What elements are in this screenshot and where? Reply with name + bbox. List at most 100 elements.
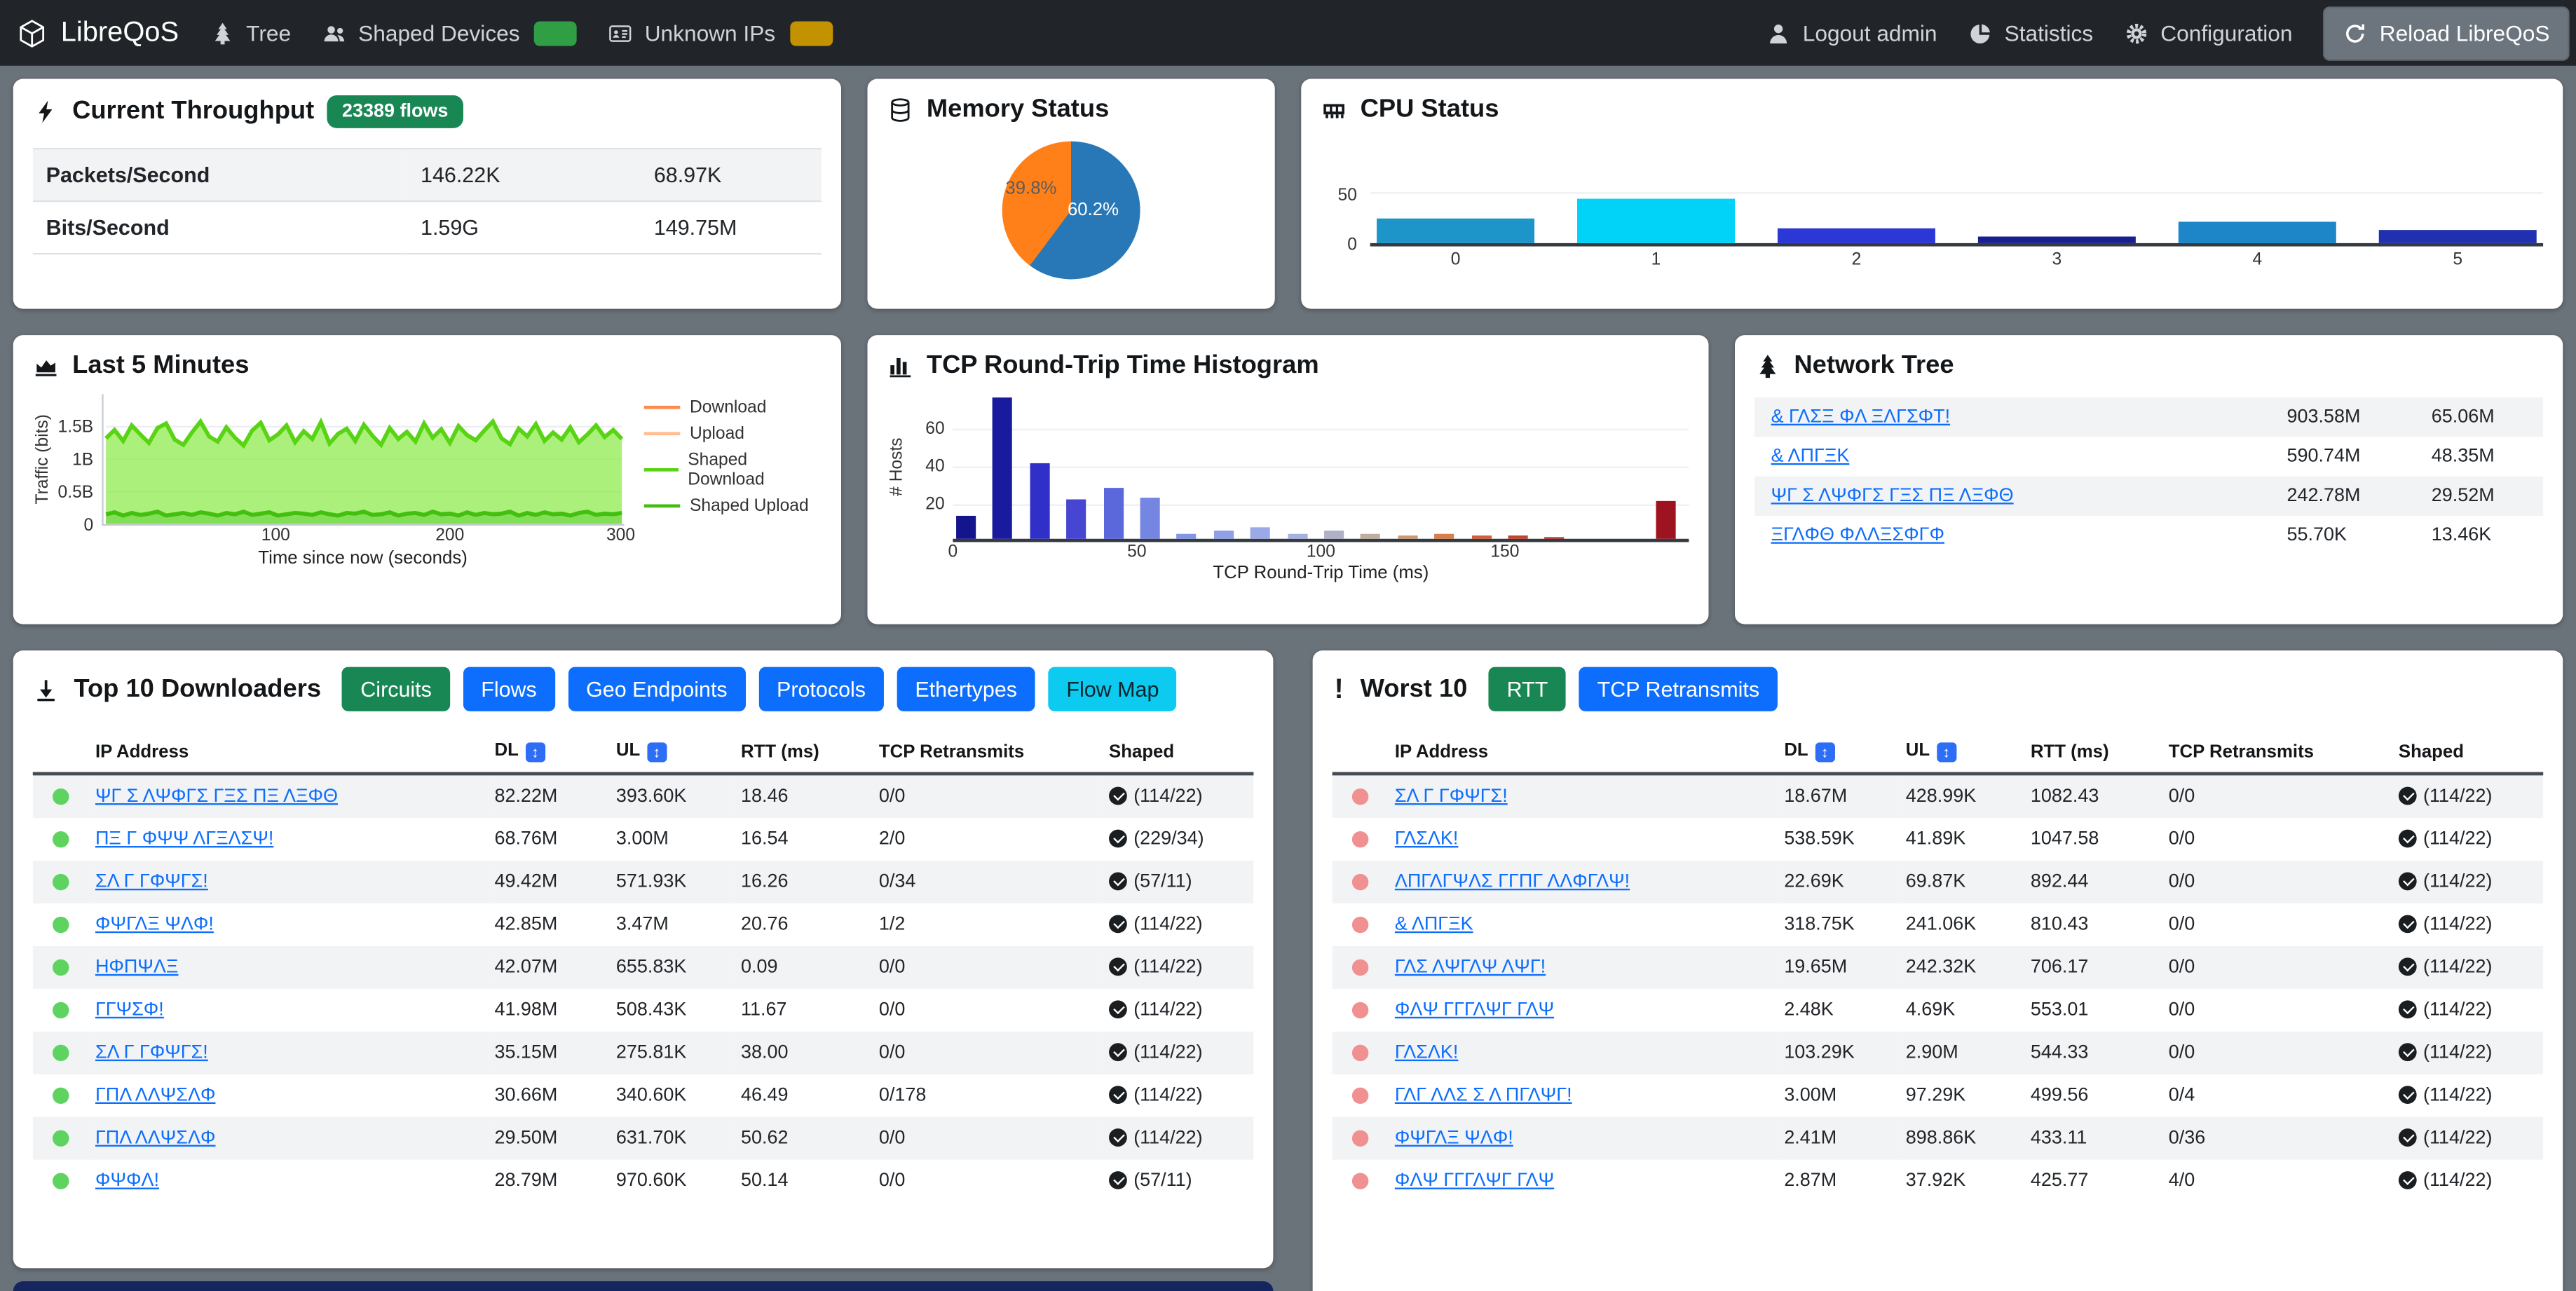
- tab-button-flows[interactable]: Flows: [463, 667, 554, 711]
- rtt-value: 11.67: [735, 989, 873, 1032]
- nav-item-unknown-ips[interactable]: Unknown IPs: [608, 20, 833, 45]
- sort-icon[interactable]: ↕: [1815, 742, 1834, 762]
- host-link[interactable]: ΣΛ Γ ΓΦΨΓΣ!: [95, 1043, 208, 1063]
- legend-label: Upload: [690, 424, 744, 444]
- network-node-link[interactable]: & ΓΛΣΞ ΦΛ ΞΛΓΣΦΤ!: [1771, 407, 1951, 427]
- cpu-bar-slot: [1978, 236, 2136, 243]
- tab-button-tcp-retransmits[interactable]: TCP Retransmits: [1579, 667, 1778, 711]
- y-axis-label: # Hosts: [887, 391, 911, 542]
- host-link[interactable]: ΦΛΨ ΓΓΓΛΨΓ ΓΛΨ: [1395, 1171, 1554, 1191]
- tab-button-rtt[interactable]: RTT: [1489, 667, 1566, 711]
- cpu-core-bar: [1377, 219, 1534, 243]
- x-tick: 100: [261, 526, 290, 545]
- dl-value: 22.69K: [1778, 861, 1899, 903]
- host-link[interactable]: ΓΛΣΛΚ!: [1395, 1043, 1459, 1063]
- host-status-dot: [53, 1088, 69, 1104]
- metric-label: Bits/Second: [33, 201, 407, 254]
- ul-value: 41.89K: [1899, 818, 2024, 861]
- host-link[interactable]: ΠΞ Γ ΦΨΨ ΛΓΞΛΣΨ!: [95, 830, 273, 849]
- host-link[interactable]: ΓΠΛ ΛΛΨΣΛΦ: [95, 1128, 216, 1148]
- sort-icon[interactable]: ↕: [525, 742, 545, 762]
- legend-swatch: [643, 406, 680, 409]
- shaped-value: (114/22): [2392, 989, 2544, 1032]
- retransmits-value: 0/0: [873, 1117, 1103, 1160]
- rtt-histogram-bar: [1067, 499, 1086, 539]
- host-link[interactable]: ΦΨΦΛ!: [95, 1171, 159, 1191]
- nav-label: Tree: [246, 20, 291, 45]
- dl-value: 49.42M: [488, 861, 609, 903]
- current-throughput-card: Current Throughput 23389 flows Packets/S…: [13, 79, 841, 309]
- rtt-value: 1082.43: [2024, 774, 2162, 818]
- rtt-histogram-bar: [1214, 531, 1234, 539]
- throughput-row: Packets/Second146.22K68.97K: [33, 149, 822, 201]
- host-link[interactable]: ΛΠΓΛΓΨΛΣ ΓΓΠΓ ΛΛΦΓΛΨ!: [1395, 873, 1630, 892]
- check-circle-icon: [1109, 915, 1127, 933]
- nav-item-statistics[interactable]: Statistics: [1968, 20, 2093, 45]
- col-header-dl[interactable]: DL↕: [1778, 731, 1899, 774]
- pie-slice-label: 39.8%: [1005, 179, 1056, 198]
- sort-icon[interactable]: ↕: [1937, 742, 1956, 762]
- dl-value: 18.67M: [1778, 774, 1899, 818]
- host-link[interactable]: ΨΓ Σ ΛΨΦΓΣ ΓΞΣ ΠΞ ΛΞΦΘ: [95, 787, 338, 807]
- rtt-value: 1047.58: [2024, 818, 2162, 861]
- rtt-value: 892.44: [2024, 861, 2162, 903]
- tab-button-protocols[interactable]: Protocols: [758, 667, 884, 711]
- tab-button-ethertypes[interactable]: Ethertypes: [897, 667, 1035, 711]
- cpu-core-bar: [1978, 236, 2136, 243]
- nav-item-logout[interactable]: Logout admin: [1766, 20, 1937, 45]
- table-row: ΣΛ Γ ΓΦΨΓΣ!18.67M428.99K1082.430/0(114/2…: [1333, 774, 2543, 818]
- host-link[interactable]: ΣΛ Γ ΓΦΨΓΣ!: [95, 873, 208, 892]
- retransmits-value: 0/0: [2162, 946, 2392, 989]
- shaped-value: (114/22): [1103, 946, 1254, 989]
- table-row: ΓΓΨΣΦ!41.98M508.43K11.670/0(114/22): [33, 989, 1253, 1032]
- throughput-row: Bits/Second1.59G149.75M: [33, 201, 822, 254]
- network-tree-list: & ΓΛΣΞ ΦΛ ΞΛΓΣΦΤ!903.58M65.06M& ΛΠΓΞΚ590…: [1754, 397, 2543, 555]
- host-link[interactable]: ΣΛ Γ ΓΦΨΓΣ!: [1395, 787, 1508, 807]
- nav-label: Statistics: [2005, 20, 2094, 45]
- unknown-ips-badge: [790, 20, 833, 45]
- retransmits-value: 0/34: [873, 861, 1103, 903]
- host-link[interactable]: ΓΛΣΛΚ!: [1395, 830, 1459, 849]
- ul-value: 898.86K: [1899, 1117, 2024, 1160]
- col-header-ul[interactable]: UL↕: [1899, 731, 2024, 774]
- col-header-shaped: Shaped: [1103, 731, 1254, 774]
- nav-item-configuration[interactable]: Configuration: [2125, 20, 2293, 45]
- x-tick: 200: [435, 526, 464, 545]
- host-link[interactable]: ΦΛΨ ΓΓΓΛΨΓ ΓΛΨ: [1395, 1000, 1554, 1020]
- host-link[interactable]: ΓΛΣ ΛΨΓΛΨ ΛΨΓ!: [1395, 957, 1546, 977]
- ul-value: 242.32K: [1899, 946, 2024, 989]
- reload-button[interactable]: Reload LibreQoS: [2324, 6, 2570, 60]
- tab-button-geo-endpoints[interactable]: Geo Endpoints: [568, 667, 745, 711]
- tab-button-flow-map[interactable]: Flow Map: [1049, 667, 1178, 711]
- rtt-value: 553.01: [2024, 989, 2162, 1032]
- rtt-x-tick: 100: [1307, 542, 1335, 561]
- host-link[interactable]: ΦΨΓΛΞ ΨΛΦ!: [1395, 1128, 1513, 1148]
- tab-button-circuits[interactable]: Circuits: [343, 667, 450, 711]
- retransmits-value: 0/0: [873, 774, 1103, 818]
- col-header-rtt: RTT (ms): [2024, 731, 2162, 774]
- libreqos-dashboard: LibreQoS Tree Shaped Devices Unknown IPs…: [0, 0, 2576, 1291]
- host-link[interactable]: & ΛΠΓΞΚ: [1395, 915, 1473, 934]
- col-header-ul[interactable]: UL↕: [610, 731, 735, 774]
- sort-icon[interactable]: ↕: [647, 742, 667, 762]
- network-node-link[interactable]: & ΛΠΓΞΚ: [1771, 447, 1850, 467]
- card-title: Current Throughput: [72, 97, 314, 126]
- shaped-value: (57/11): [1103, 1160, 1254, 1203]
- rtt-histogram-bar: [1288, 533, 1307, 539]
- host-link[interactable]: ΗΦΠΨΛΞ: [95, 957, 179, 977]
- host-link[interactable]: ΦΨΓΛΞ ΨΛΦ!: [95, 915, 214, 934]
- network-node-link[interactable]: ΨΓ Σ ΛΨΦΓΣ ΓΞΣ ΠΞ ΛΞΦΘ: [1771, 486, 2014, 506]
- host-link[interactable]: ΓΠΛ ΛΛΨΣΛΦ: [95, 1086, 216, 1105]
- nav-item-shaped-devices[interactable]: Shaped Devices: [322, 20, 578, 45]
- worst10-tab-buttons: RTT TCP Retransmits: [1489, 667, 1778, 711]
- col-header-dl[interactable]: DL↕: [488, 731, 609, 774]
- nav-item-tree[interactable]: Tree: [210, 20, 291, 45]
- node-download: 55.70K: [2287, 526, 2432, 545]
- host-link[interactable]: ΓΛΓ ΛΛΣ Σ Λ ΠΓΛΨΓ!: [1395, 1086, 1572, 1105]
- cpu-y-tick: 0: [1347, 235, 1357, 254]
- network-node-link[interactable]: ΞΓΛΦΘ ΦΛΛΞΣΦΓΦ: [1771, 526, 1944, 545]
- network-tree-row: & ΛΠΓΞΚ590.74M48.35M: [1754, 437, 2543, 476]
- host-link[interactable]: ΓΓΨΣΦ!: [95, 1000, 164, 1020]
- rtt-histogram-bar: [1140, 497, 1160, 538]
- brand[interactable]: LibreQoS: [16, 16, 179, 49]
